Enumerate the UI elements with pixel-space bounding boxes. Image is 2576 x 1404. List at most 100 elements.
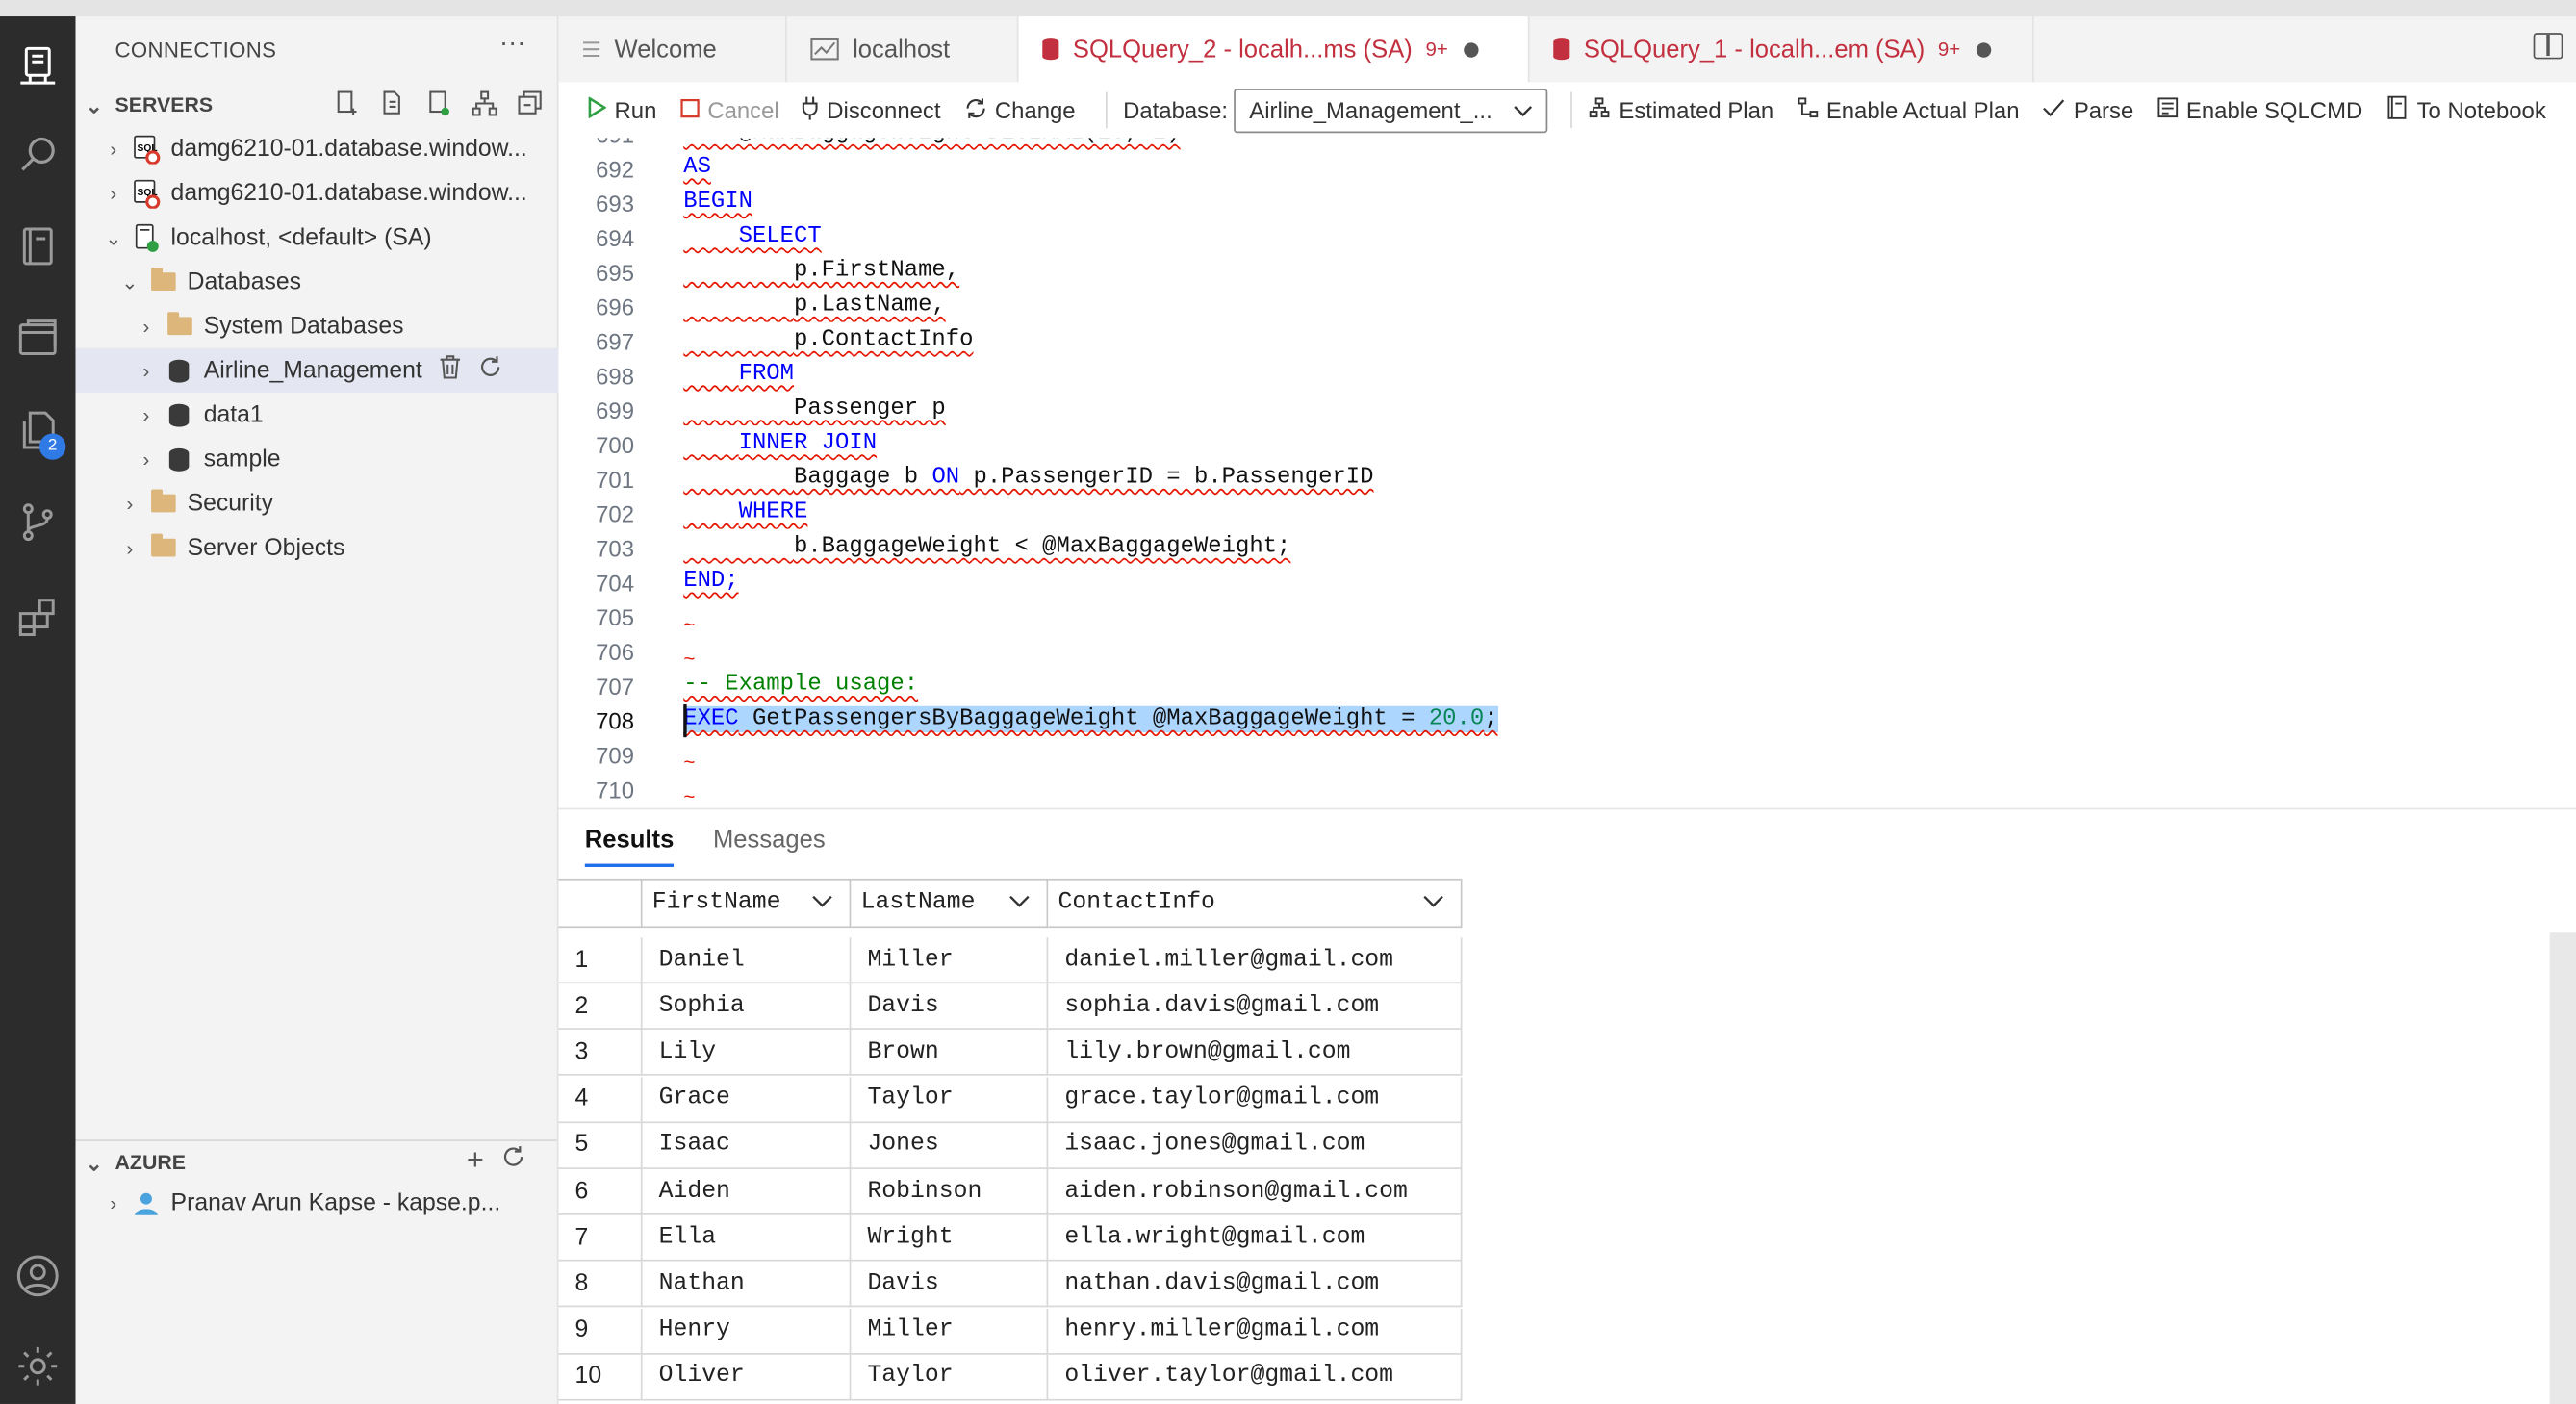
notebook-icon[interactable]: [9, 217, 67, 275]
run-button[interactable]: Run: [588, 96, 656, 123]
cell-lastname[interactable]: Jones: [851, 1122, 1049, 1169]
row-number[interactable]: 5: [558, 1122, 643, 1169]
cell-contactinfo[interactable]: sophia.davis@gmail.com: [1048, 983, 1463, 1031]
servers-toolbar: [330, 87, 547, 119]
tree-item-security[interactable]: › Security: [76, 481, 600, 525]
row-number[interactable]: 10: [558, 1354, 643, 1401]
refresh-icon[interactable]: [500, 1143, 525, 1178]
cancel-button[interactable]: Cancel: [679, 97, 779, 123]
more-actions-icon[interactable]: ···: [499, 30, 525, 60]
new-query-icon[interactable]: [376, 87, 409, 119]
extensions-icon[interactable]: [9, 588, 67, 647]
trash-icon[interactable]: [439, 355, 462, 386]
chevron-down-icon[interactable]: [811, 890, 832, 916]
cell-contactinfo[interactable]: ella.wright@gmail.com: [1048, 1215, 1463, 1262]
cell-lastname[interactable]: Davis: [851, 983, 1049, 1031]
cell-lastname[interactable]: Taylor: [851, 1076, 1049, 1123]
cell-contactinfo[interactable]: isaac.jones@gmail.com: [1048, 1122, 1463, 1169]
cell-firstname[interactable]: Daniel: [642, 937, 852, 984]
parse-button[interactable]: Parse: [2042, 97, 2133, 123]
cell-contactinfo[interactable]: oliver.taylor@gmail.com: [1048, 1354, 1463, 1401]
unsaved-dot-icon[interactable]: [1977, 41, 1992, 57]
dashboard-icon[interactable]: [9, 309, 67, 368]
tree-item-system-databases[interactable]: › System Databases: [76, 304, 617, 348]
tree-item-sample[interactable]: › sample: [76, 437, 617, 481]
cell-lastname[interactable]: Wright: [851, 1215, 1049, 1262]
row-number[interactable]: 8: [558, 1262, 643, 1308]
column-header-contactinfo[interactable]: ContactInfo: [1048, 878, 1463, 929]
cell-firstname[interactable]: Grace: [642, 1076, 852, 1123]
collapse-all-icon[interactable]: [514, 87, 547, 119]
tab-messages[interactable]: Messages: [713, 826, 826, 863]
cell-lastname[interactable]: Brown: [851, 1030, 1049, 1077]
cell-contactinfo[interactable]: lily.brown@gmail.com: [1048, 1030, 1463, 1077]
row-number[interactable]: 4: [558, 1076, 643, 1123]
cell-firstname[interactable]: Ella: [642, 1215, 852, 1262]
enable-actual-plan-button[interactable]: Enable Actual Plan: [1797, 97, 2019, 123]
chevron-down-icon[interactable]: [1008, 890, 1030, 916]
to-notebook-button[interactable]: To Notebook: [2385, 95, 2546, 125]
cell-firstname[interactable]: Sophia: [642, 983, 852, 1031]
cell-lastname[interactable]: Robinson: [851, 1168, 1049, 1215]
cell-firstname[interactable]: Isaac: [642, 1122, 852, 1169]
cell-contactinfo[interactable]: aiden.robinson@gmail.com: [1048, 1168, 1463, 1215]
tree-item-server-2[interactable]: › SQL damg6210-01.database.window...: [76, 170, 584, 215]
cell-contactinfo[interactable]: henry.miller@gmail.com: [1048, 1308, 1463, 1355]
column-header-lastname[interactable]: LastName: [851, 878, 1049, 929]
tab-welcome[interactable]: Welcome: [558, 16, 787, 83]
chevron-down-icon[interactable]: [1423, 890, 1444, 916]
files-icon[interactable]: 2: [9, 400, 67, 460]
tree-item-airline-management[interactable]: › Airline_Management: [75, 347, 617, 393]
change-connection-button[interactable]: Change: [963, 96, 1076, 124]
estimated-plan-button[interactable]: Estimated Plan: [1590, 97, 1773, 123]
cell-firstname[interactable]: Henry: [642, 1308, 852, 1355]
account-icon[interactable]: [9, 1246, 67, 1305]
tree-item-server-1[interactable]: › SQL damg6210-01.database.window...: [76, 126, 584, 170]
vertical-scrollbar[interactable]: [2549, 932, 2576, 1404]
search-icon[interactable]: [9, 125, 67, 184]
row-number[interactable]: 3: [558, 1030, 643, 1077]
sql-editor[interactable]: 691 @MaxBaggageWeight DECIMAL(10, 2) 692…: [558, 138, 2576, 808]
cell-firstname[interactable]: Lily: [642, 1030, 852, 1077]
column-header-firstname[interactable]: FirstName: [642, 878, 852, 929]
tab-sqlquery-1[interactable]: SQLQuery_1 - localh...em (SA) 9+: [1529, 16, 2034, 83]
cell-contactinfo[interactable]: daniel.miller@gmail.com: [1048, 937, 1463, 984]
row-number[interactable]: 9: [558, 1308, 643, 1355]
source-control-icon[interactable]: [9, 493, 67, 551]
tab-results[interactable]: Results: [584, 826, 675, 867]
database-icon: [1041, 38, 1059, 61]
row-number[interactable]: 1: [558, 937, 643, 984]
new-server-group-icon[interactable]: [422, 87, 455, 119]
cell-firstname[interactable]: Nathan: [642, 1262, 852, 1308]
refresh-icon[interactable]: [478, 355, 503, 386]
add-icon[interactable]: +: [467, 1143, 484, 1178]
split-editor-icon[interactable]: [2533, 33, 2563, 60]
cell-lastname[interactable]: Davis: [851, 1262, 1049, 1308]
tree-item-databases[interactable]: ⌄ Databases: [76, 260, 600, 304]
cell-contactinfo[interactable]: grace.taylor@gmail.com: [1048, 1076, 1463, 1123]
cell-lastname[interactable]: Taylor: [851, 1354, 1049, 1401]
tab-sqlquery-2[interactable]: SQLQuery_2 - localh...ms (SA) 9+: [1018, 16, 1530, 83]
database-dropdown[interactable]: Airline_Management_...: [1234, 88, 1548, 133]
disconnect-button[interactable]: Disconnect: [803, 94, 941, 125]
cell-lastname[interactable]: Miller: [851, 1308, 1049, 1355]
tree-item-azure-account[interactable]: › Pranav Arun Kapse - kapse.p...: [76, 1181, 584, 1225]
tree-item-localhost[interactable]: ⌄ localhost, <default> (SA): [76, 216, 584, 260]
row-number[interactable]: 6: [558, 1168, 643, 1215]
row-number[interactable]: 2: [558, 983, 643, 1031]
unsaved-dot-icon[interactable]: [1464, 41, 1480, 57]
cell-contactinfo[interactable]: nathan.davis@gmail.com: [1048, 1262, 1463, 1308]
cell-firstname[interactable]: Aiden: [642, 1168, 852, 1215]
gear-icon[interactable]: [9, 1337, 67, 1395]
row-number[interactable]: 7: [558, 1215, 643, 1262]
cell-firstname[interactable]: Oliver: [642, 1354, 852, 1401]
tab-localhost[interactable]: localhost: [787, 16, 1019, 83]
new-connection-icon[interactable]: [330, 87, 363, 119]
connections-icon[interactable]: [9, 37, 67, 95]
cell-lastname[interactable]: Miller: [851, 937, 1049, 984]
tree-item-data1[interactable]: › data1: [76, 393, 617, 437]
show-active-connections-icon[interactable]: [469, 87, 501, 119]
enable-sqlcmd-button[interactable]: Enable SQLCMD: [2156, 97, 2362, 123]
tree-item-server-objects[interactable]: › Server Objects: [76, 525, 600, 570]
actual-plan-icon: [1797, 97, 1818, 123]
